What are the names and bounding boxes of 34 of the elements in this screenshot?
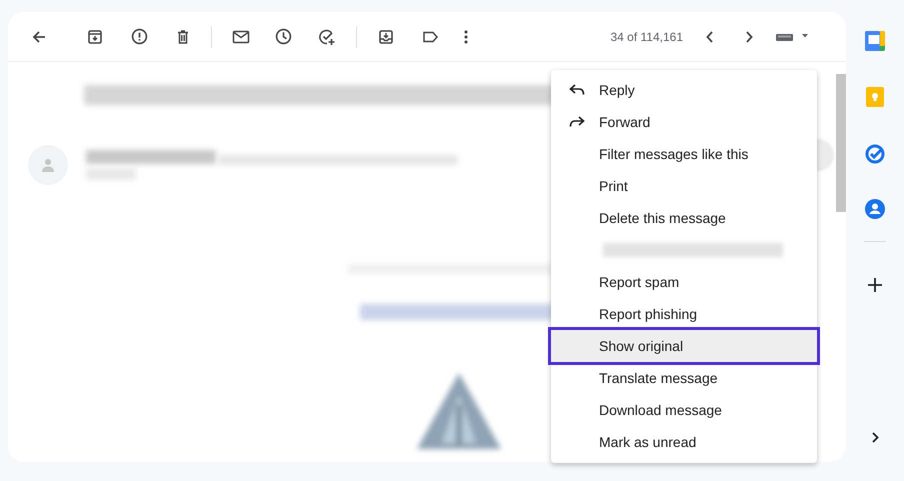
archive-icon[interactable]: [87, 28, 103, 44]
message-counter: 34 of 114,161: [610, 28, 683, 46]
menu-item[interactable]: Reply: [551, 74, 817, 106]
previous-icon[interactable]: [706, 30, 714, 42]
menu-item[interactable]: Print: [551, 170, 817, 202]
clock-icon[interactable]: [275, 28, 292, 45]
menu-item[interactable]: Report spam: [551, 266, 817, 298]
reply-icon: [569, 84, 585, 96]
forward-icon: [569, 116, 585, 128]
label-icon[interactable]: [422, 30, 439, 44]
add-icon[interactable]: [868, 278, 882, 292]
back-icon[interactable]: [31, 28, 47, 44]
keyboard-dropdown-icon[interactable]: [776, 32, 810, 42]
menu-item[interactable]: Forward: [551, 106, 817, 138]
tasks-icon[interactable]: [865, 144, 885, 164]
expand-icon[interactable]: [872, 432, 878, 443]
scrollbar[interactable]: [836, 74, 846, 212]
move-to-inbox-icon[interactable]: [378, 28, 394, 44]
alert-icon[interactable]: [131, 28, 148, 45]
calendar-icon[interactable]: [865, 31, 885, 51]
more-icon[interactable]: [464, 30, 468, 44]
menu-item[interactable]: Show original: [551, 330, 817, 362]
menu-item[interactable]: Translate message: [551, 362, 817, 394]
mail-icon[interactable]: [232, 28, 250, 44]
contacts-icon[interactable]: [865, 199, 885, 219]
menu-item[interactable]: Download message: [551, 394, 817, 426]
delete-icon[interactable]: [175, 28, 191, 44]
menu-item[interactable]: Mark as unread: [551, 426, 817, 458]
menu-item[interactable]: Delete this message: [551, 202, 817, 234]
avatar-icon: [28, 145, 68, 185]
next-icon[interactable]: [745, 30, 753, 42]
menu-item[interactable]: Report phishing: [551, 298, 817, 330]
add-task-icon[interactable]: [318, 28, 336, 46]
menu-item[interactable]: Filter messages like this: [551, 138, 817, 170]
